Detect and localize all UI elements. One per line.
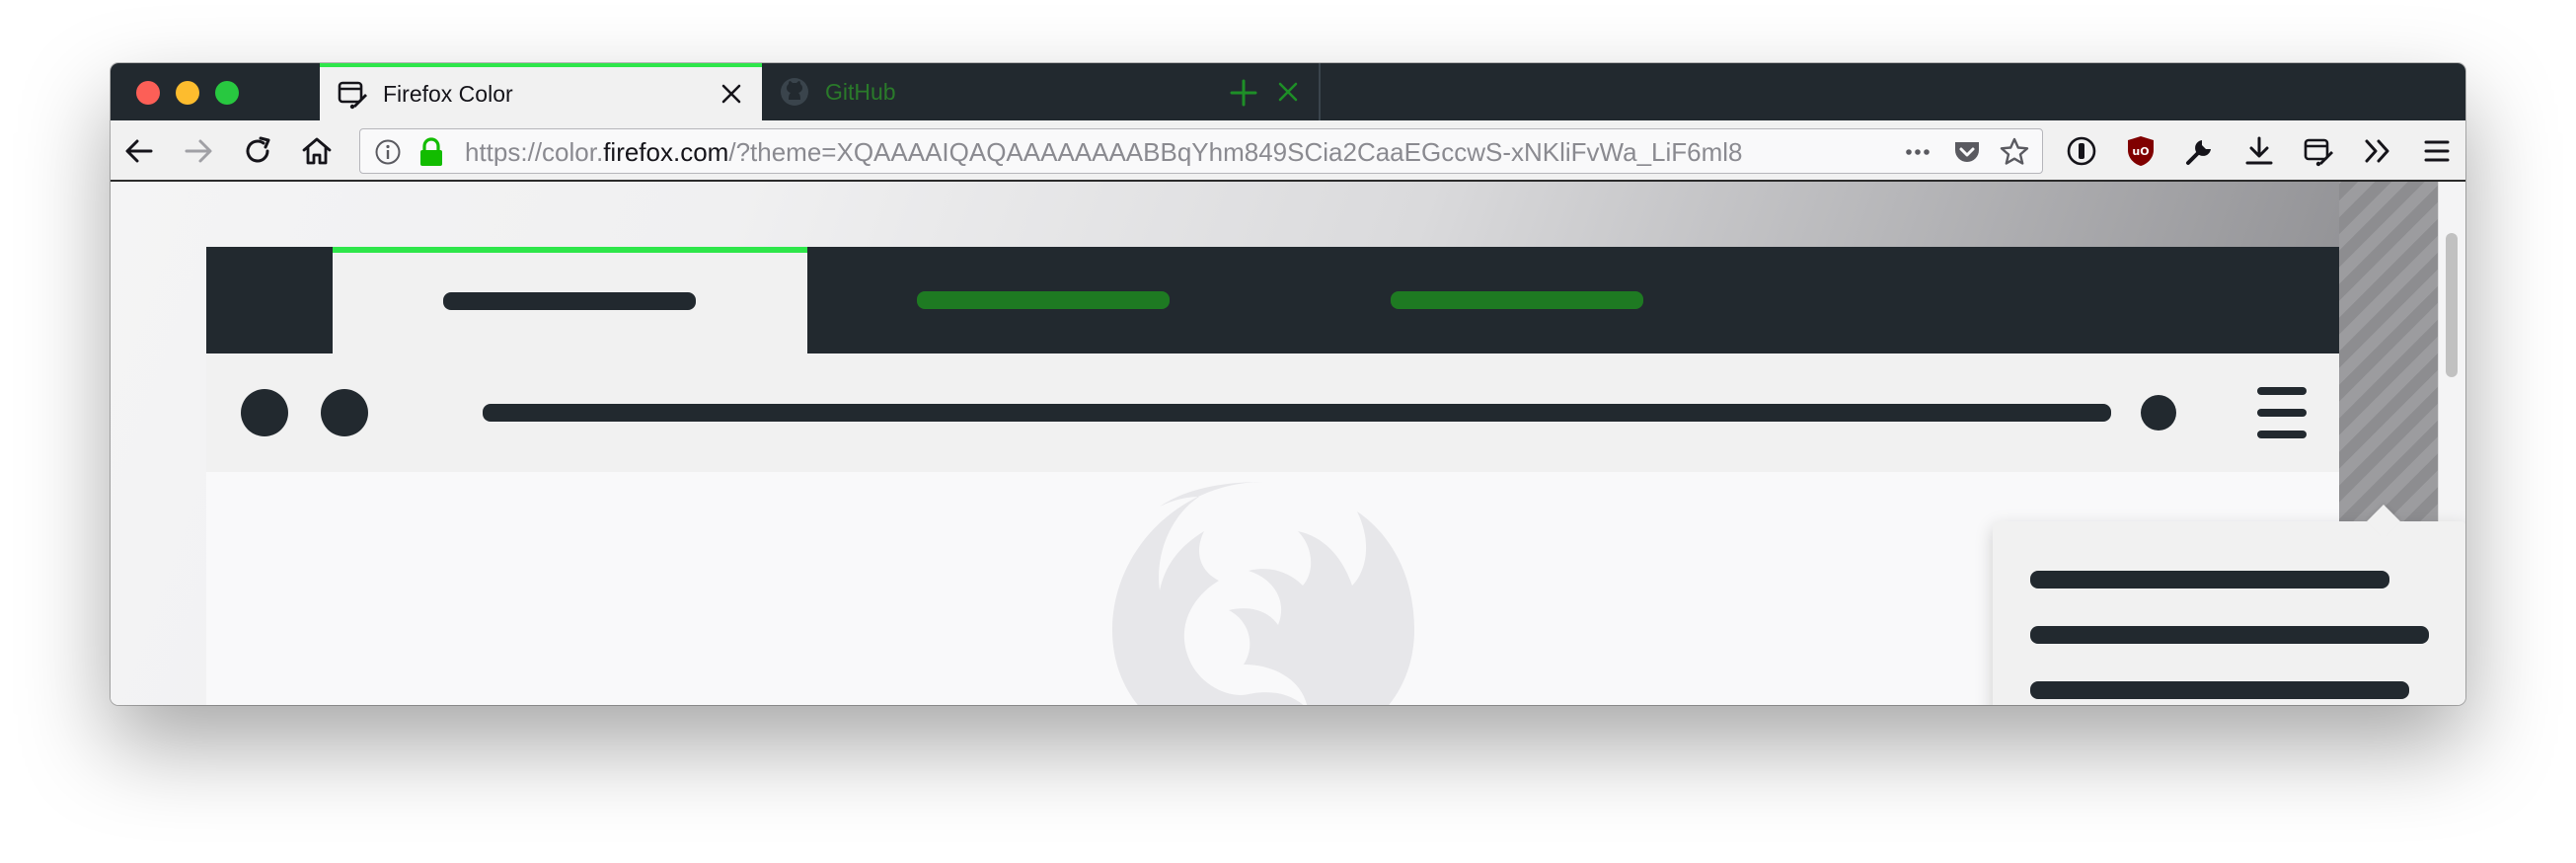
preview-menu-icon [2257, 431, 2307, 438]
download-icon[interactable] [2242, 134, 2276, 168]
preview-tab-title [1391, 291, 1643, 309]
url-text[interactable]: https://color.firefox.com/?theme=XQAAAAI… [465, 138, 1847, 166]
preview-menu-icon [2257, 409, 2307, 417]
hamburger-menu-icon[interactable] [2420, 134, 2454, 168]
pocket-icon[interactable] [1951, 136, 1983, 168]
new-tab-button[interactable] [1224, 73, 1263, 113]
preview-tab-strip [206, 247, 2339, 353]
forward-arrow-icon [185, 139, 212, 163]
preview-menu-icon [2257, 387, 2307, 395]
reload-button[interactable] [241, 134, 274, 168]
bookmark-star-icon[interactable] [1999, 136, 2030, 168]
tab-strip: Firefox Color GitHub [111, 63, 2465, 120]
browser-window: Firefox Color GitHub https://color.firef… [111, 63, 2465, 705]
preview-tab-title [917, 291, 1170, 309]
close-tab-icon[interactable] [715, 77, 748, 111]
home-button[interactable] [300, 134, 334, 168]
preview-menu-item [2030, 626, 2429, 644]
reload-icon [246, 136, 270, 163]
tab-firefox-color[interactable]: Firefox Color [320, 63, 762, 120]
page-actions-icon[interactable] [1902, 136, 1933, 168]
preview-toolbar [206, 353, 2339, 472]
preview-forward-icon [321, 389, 368, 436]
back-button[interactable] [122, 134, 156, 168]
plus-icon [1230, 79, 1257, 107]
page-content [111, 182, 2465, 705]
1password-icon[interactable] [2065, 134, 2098, 168]
firefox-color-icon[interactable] [2302, 134, 2335, 168]
home-icon [302, 137, 332, 165]
firefox-color-icon [336, 77, 369, 111]
info-icon[interactable] [374, 138, 402, 166]
preview-action-icon [2141, 395, 2176, 431]
close-window-button[interactable] [136, 81, 160, 105]
firefox-logo-watermark-icon [1112, 482, 1414, 705]
preview-active-tab[interactable] [333, 247, 807, 353]
preview-url-bar [483, 404, 2111, 422]
preview-menu-item [2030, 681, 2409, 699]
url-bar[interactable]: https://color.firefox.com/?theme=XQAAAAI… [359, 128, 2043, 174]
preview-back-icon [241, 389, 288, 436]
wrench-icon[interactable] [2183, 134, 2217, 168]
tab-title: Firefox Color [383, 80, 513, 107]
minimize-window-button[interactable] [176, 81, 199, 105]
tab-title: GitHub [825, 78, 896, 105]
back-arrow-icon [125, 139, 153, 163]
zoom-window-button[interactable] [215, 81, 239, 105]
preview-menu-popup [1993, 521, 2465, 705]
preview-menu-item [2030, 571, 2389, 588]
close-tab-icon[interactable] [1271, 75, 1305, 109]
svg-text:uO: uO [2132, 145, 2149, 158]
lock-icon[interactable] [417, 137, 445, 167]
navigation-toolbar: https://color.firefox.com/?theme=XQAAAAI… [111, 120, 2465, 182]
forward-button[interactable] [182, 134, 215, 168]
overflow-chevron-icon[interactable] [2361, 134, 2394, 168]
preview-tab-title [443, 292, 696, 310]
ublock-origin-icon[interactable]: uO [2124, 134, 2158, 168]
github-icon [778, 75, 811, 109]
scrollbar-thumb[interactable] [2446, 233, 2458, 377]
